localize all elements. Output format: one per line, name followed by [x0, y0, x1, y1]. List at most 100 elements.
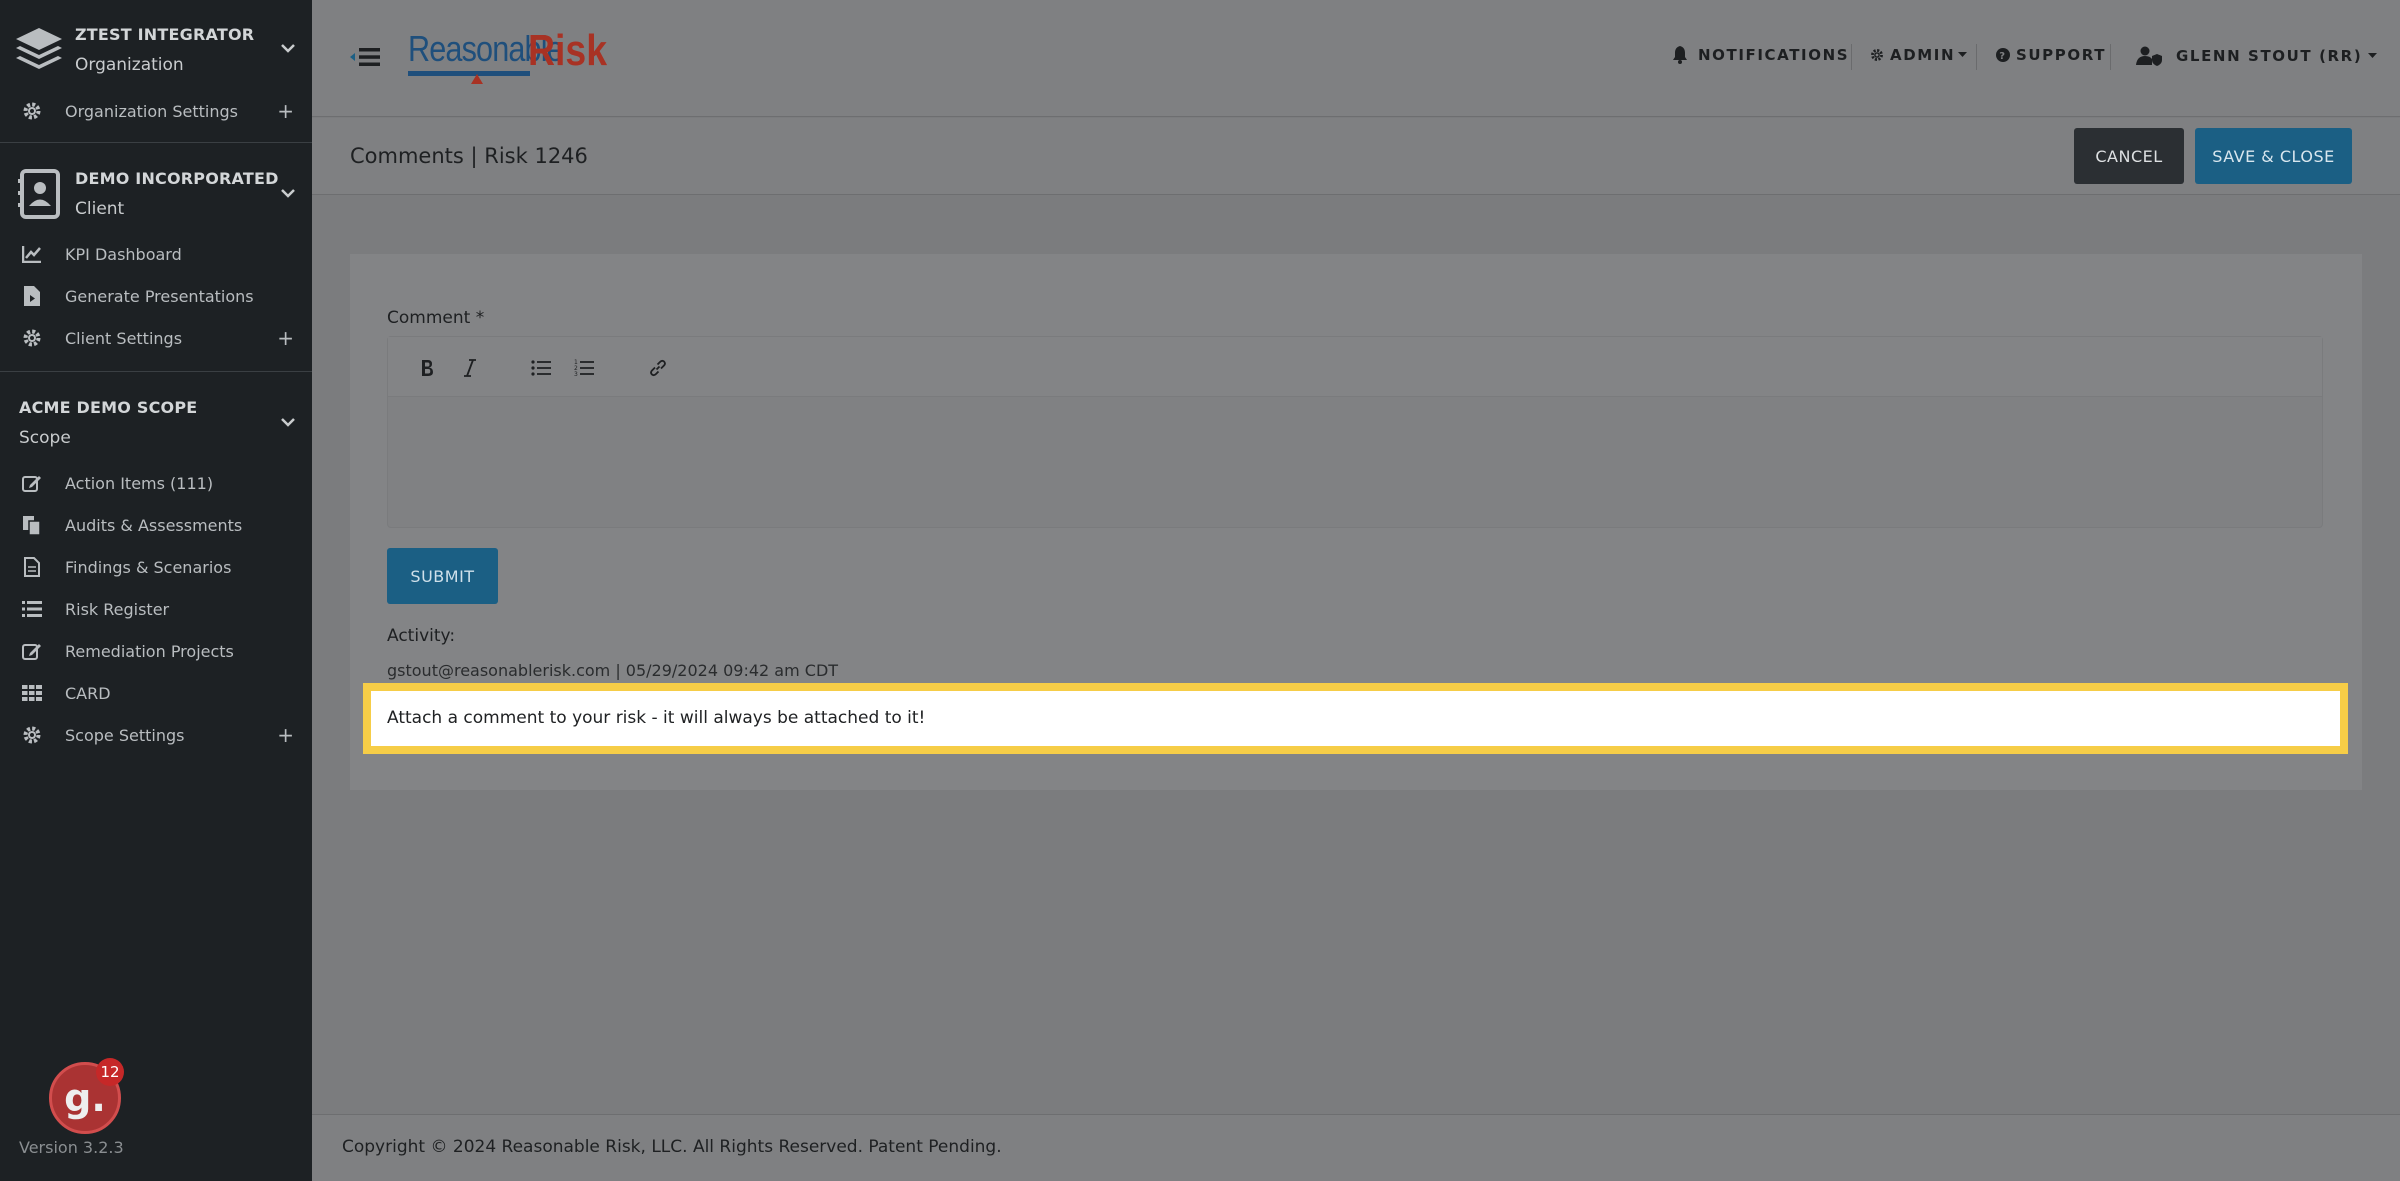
numbered-list-icon: 123 [574, 359, 594, 377]
sidebar: ZTEST INTEGRATOR Organization Organizati… [0, 0, 312, 1181]
menu-toggle-icon[interactable] [350, 44, 380, 70]
admin-dropdown[interactable]: ADMIN [1870, 46, 1968, 64]
support-link[interactable]: ? SUPPORT [1996, 46, 2106, 64]
copy-icon [22, 515, 42, 535]
support-label: SUPPORT [2016, 46, 2107, 64]
comment-label: Comment * [387, 308, 485, 328]
sidebar-item-label: Remediation Projects [65, 641, 234, 661]
highlighted-comment: Attach a comment to your risk - it will … [363, 683, 2348, 754]
bullet-list-icon [531, 360, 551, 376]
chart-line-icon [22, 244, 42, 264]
version-label: Version 3.2.3 [19, 1138, 124, 1157]
sidebar-item-remediation-projects[interactable]: Remediation Projects [0, 631, 312, 671]
question-circle-icon: ? [1996, 48, 2010, 62]
activity-meta: gstout@reasonablerisk.com | 05/29/2024 0… [387, 661, 839, 680]
logo-text-risk: Risk [528, 26, 608, 75]
client-switcher[interactable]: DEMO INCORPORATED Client [0, 143, 312, 243]
svg-text:?: ? [1999, 51, 2006, 62]
sidebar-item-label: Findings & Scenarios [65, 557, 232, 577]
notifications-link[interactable]: NOTIFICATIONS [1672, 46, 1849, 64]
plus-icon[interactable]: + [277, 326, 294, 350]
layers-icon [16, 28, 62, 69]
chevron-down-icon[interactable] [278, 412, 298, 432]
plus-icon[interactable]: + [277, 99, 294, 123]
gear-icon [22, 328, 42, 348]
scope-switcher[interactable]: ACME DEMO SCOPE Scope [0, 372, 312, 472]
scope-name: ACME DEMO SCOPE [19, 398, 198, 417]
caret-down-icon [2368, 53, 2378, 58]
link-icon [650, 359, 666, 377]
sidebar-item-label: Generate Presentations [65, 286, 254, 306]
org-switcher[interactable]: ZTEST INTEGRATOR Organization [0, 0, 312, 90]
edit-icon [22, 641, 42, 661]
help-widget-count-badge: 12 [96, 1058, 124, 1086]
bullet-list-button[interactable] [528, 355, 554, 381]
sidebar-item-risk-register[interactable]: Risk Register [0, 589, 312, 629]
caret-down-icon [1958, 52, 1968, 57]
sidebar-item-label: Risk Register [65, 599, 170, 619]
user-shield-icon [2136, 46, 2162, 66]
sidebar-item-action-items[interactable]: Action Items (111) [0, 463, 312, 503]
page-title: Comments | Risk 1246 [350, 144, 588, 168]
edit-icon [22, 473, 42, 493]
header-separator [1851, 44, 1852, 70]
header-separator [2110, 44, 2111, 70]
cancel-button[interactable]: CANCEL [2074, 128, 2184, 184]
sidebar-item-client-settings[interactable]: Client Settings + [0, 318, 312, 358]
client-type: Client [75, 199, 125, 219]
italic-icon [464, 359, 476, 377]
sidebar-item-findings-scenarios[interactable]: Findings & Scenarios [0, 547, 312, 587]
sidebar-item-generate-presentations[interactable]: Generate Presentations [0, 276, 312, 316]
sidebar-item-label: KPI Dashboard [65, 244, 182, 264]
sidebar-item-card[interactable]: CARD [0, 673, 312, 713]
copyright-text: Copyright © 2024 Reasonable Risk, LLC. A… [342, 1137, 1002, 1157]
notifications-label: NOTIFICATIONS [1698, 46, 1850, 64]
bold-icon [422, 360, 433, 376]
comment-text: Attach a comment to your risk - it will … [387, 708, 926, 728]
list-icon [22, 599, 42, 619]
chevron-down-icon[interactable] [278, 183, 298, 203]
numbered-list-button[interactable]: 123 [571, 355, 597, 381]
sidebar-item-label: Audits & Assessments [65, 515, 243, 535]
help-widget-letter: g. [64, 1076, 106, 1120]
address-book-icon [18, 169, 60, 219]
bell-icon [1673, 46, 1687, 64]
sidebar-item-label: Client Settings [65, 328, 183, 348]
client-name: DEMO INCORPORATED [75, 169, 279, 188]
scope-type: Scope [19, 428, 71, 448]
user-name-label: GLENN STOUT (RR) [2176, 47, 2363, 65]
sidebar-item-organization-settings[interactable]: Organization Settings + [0, 91, 312, 131]
italic-button[interactable] [457, 355, 483, 381]
page-header: Comments | Risk 1246 CANCEL SAVE & CLOSE [312, 118, 2400, 195]
plus-icon[interactable]: + [277, 723, 294, 747]
gear-icon [22, 725, 42, 745]
org-name: ZTEST INTEGRATOR [75, 25, 255, 44]
footer: Copyright © 2024 Reasonable Risk, LLC. A… [312, 1114, 2400, 1181]
comment-editor[interactable]: 123 [387, 336, 2323, 528]
chevron-down-icon[interactable] [278, 38, 298, 58]
admin-label: ADMIN [1890, 46, 1956, 64]
submit-button[interactable]: SUBMIT [387, 548, 498, 604]
save-close-button[interactable]: SAVE & CLOSE [2195, 128, 2352, 184]
sidebar-item-kpi-dashboard[interactable]: KPI Dashboard [0, 234, 312, 274]
gear-icon [1871, 49, 1883, 61]
sidebar-item-label: Action Items (111) [65, 473, 214, 493]
svg-text:3: 3 [574, 371, 578, 377]
link-button[interactable] [645, 355, 671, 381]
logo-bar [408, 71, 530, 76]
sidebar-item-label: Scope Settings [65, 725, 185, 745]
org-type: Organization [75, 55, 184, 75]
bold-button[interactable] [414, 355, 440, 381]
file-icon [22, 557, 42, 577]
header-separator [1976, 44, 1977, 70]
logo-marker [471, 74, 483, 84]
sidebar-item-scope-settings[interactable]: Scope Settings + [0, 715, 312, 755]
activity-label: Activity: [387, 626, 456, 646]
user-menu-dropdown[interactable]: GLENN STOUT (RR) [2136, 46, 2378, 66]
editor-toolbar: 123 [388, 337, 2322, 397]
sidebar-item-label: Organization Settings [65, 101, 238, 121]
sidebar-item-audits-assessments[interactable]: Audits & Assessments [0, 505, 312, 545]
gear-icon [22, 101, 42, 121]
sidebar-item-label: CARD [65, 683, 111, 703]
grid-icon [22, 683, 42, 703]
